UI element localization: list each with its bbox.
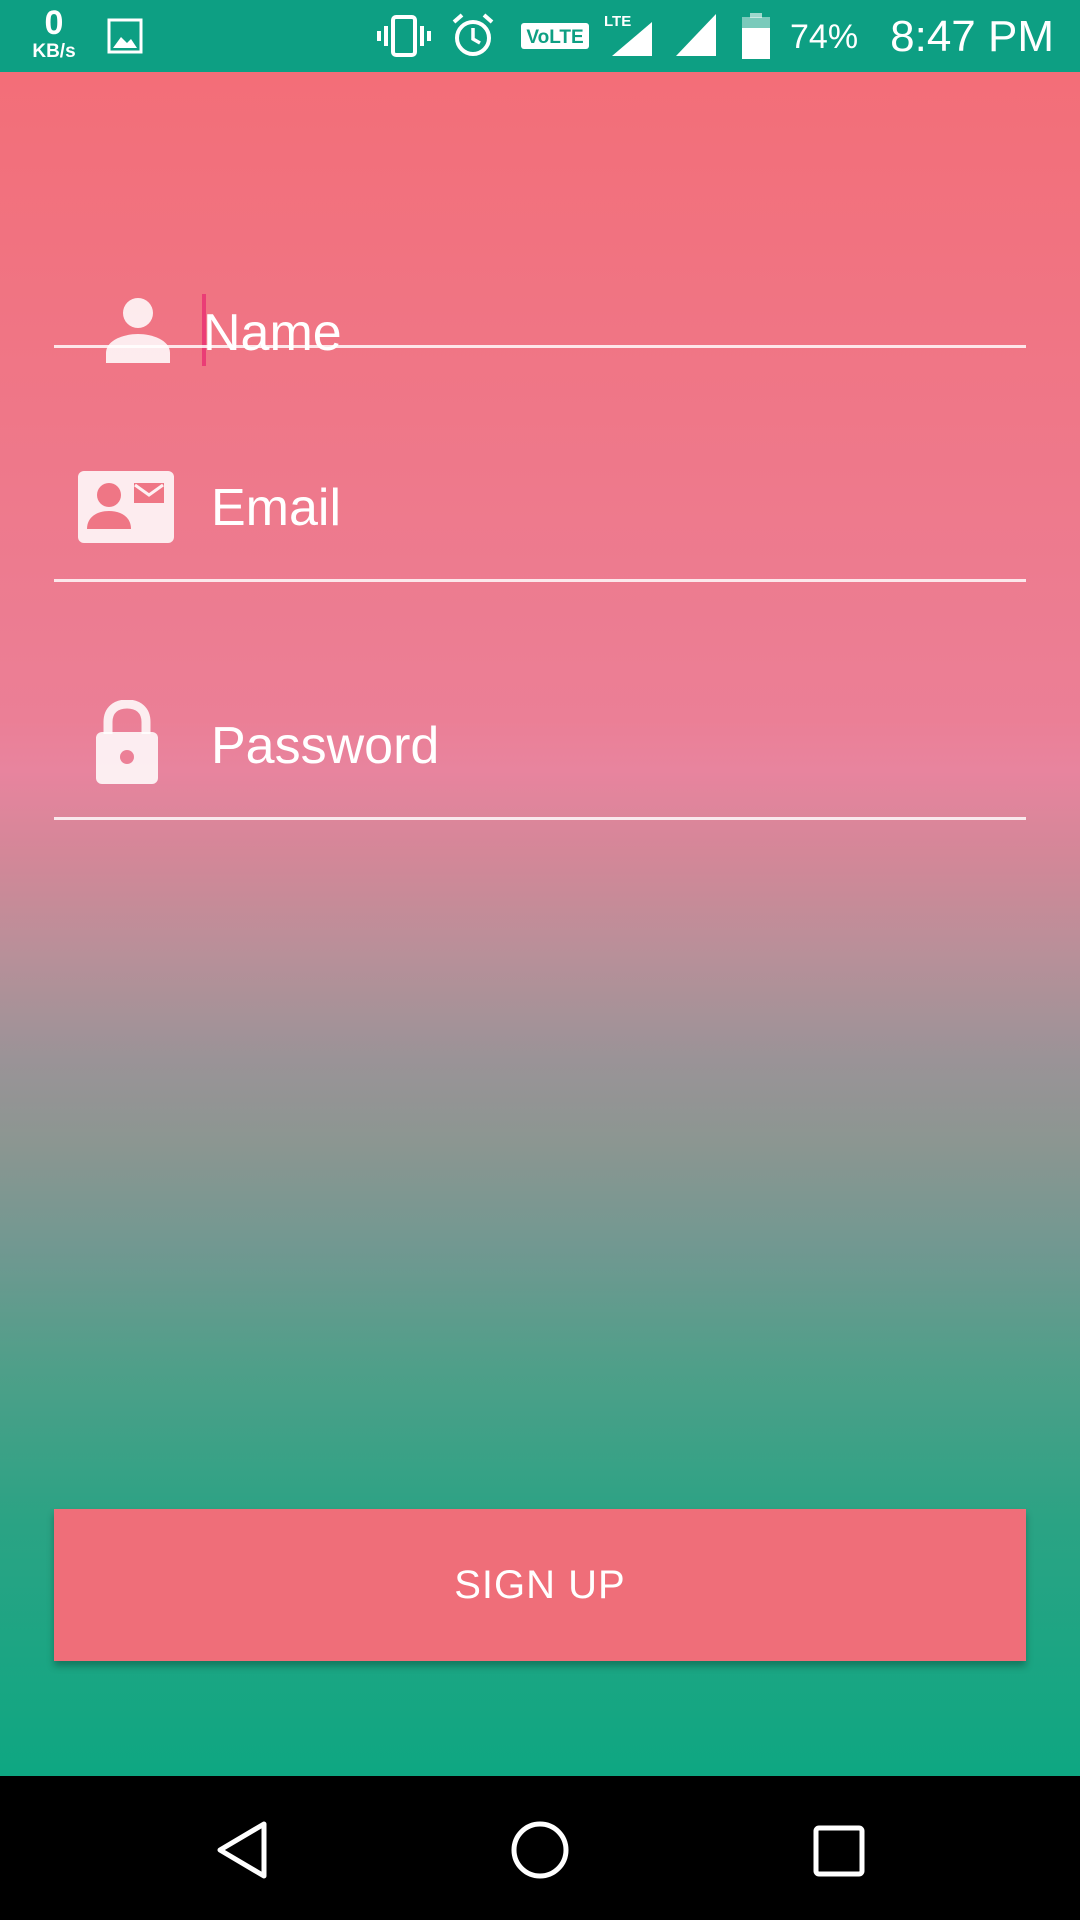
recents-icon[interactable] [812,1824,868,1880]
name-field[interactable]: Name [54,203,1026,366]
password-underline [54,817,1026,820]
email-placeholder: Email [211,479,342,537]
alarm-icon [452,13,494,56]
battery-icon [742,13,770,59]
back-icon[interactable] [214,1820,270,1880]
email-field[interactable]: Email [54,372,1026,582]
status-bar: 0 KB/s VoLTE LTE 74% 8:47 PM [0,0,1080,72]
network-speed-value: 0 [44,4,64,42]
signup-screen: 0 KB/s VoLTE LTE 74% 8:47 PM Name Email … [0,0,1080,1920]
home-icon[interactable] [510,1820,570,1880]
clock-time: 8:47 PM [890,12,1054,61]
name-underline [54,345,1026,348]
image-notification-icon [107,18,143,54]
contact-mail-icon [78,471,174,543]
svg-text:VoLTE: VoLTE [526,27,583,48]
svg-text:LTE: LTE [604,13,631,30]
sign-up-button[interactable]: SIGN UP [54,1509,1026,1661]
navigation-bar [0,1776,1080,1920]
password-field[interactable]: Password [54,610,1026,820]
signup-form-area: Name Email Password SIGN UP [0,72,1080,1776]
password-placeholder: Password [211,717,440,775]
volte-icon: VoLTE [521,23,589,49]
lock-icon [96,700,158,784]
email-underline [54,579,1026,582]
vibrate-icon [377,15,431,57]
network-speed-unit: KB/s [32,41,76,62]
battery-percent: 74% [790,18,859,56]
person-icon [106,298,170,363]
name-placeholder: Name [203,304,342,362]
network-speed: 0 KB/s [26,6,82,61]
signal-icon [676,14,716,56]
lte-signal-icon: LTE [604,13,652,56]
